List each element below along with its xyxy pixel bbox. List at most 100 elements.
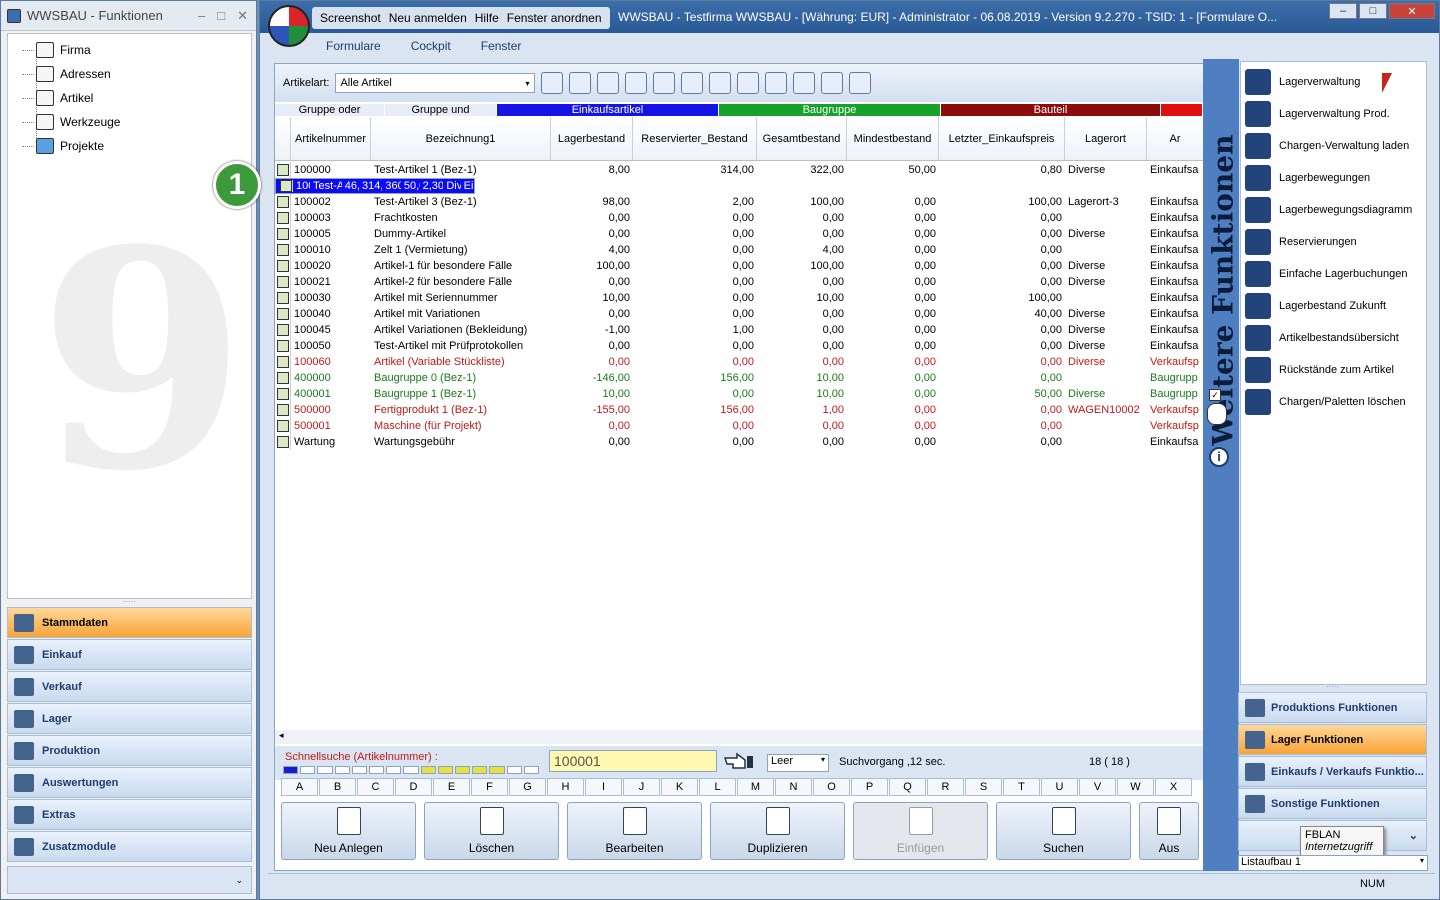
minimize-button[interactable]: – <box>198 8 205 24</box>
panel-left-icon[interactable] <box>793 72 816 94</box>
pointing-hand-icon[interactable] <box>723 750 755 772</box>
tree-item-firma[interactable]: Firma <box>22 38 120 62</box>
tree-item-projekte[interactable]: Projekte <box>22 134 120 158</box>
col-art[interactable]: Ar <box>1147 117 1203 160</box>
letter-filter-p[interactable]: P <box>851 778 888 796</box>
nav-sonstige-funktionen[interactable]: Sonstige Funktionen <box>1238 788 1427 819</box>
menu-neu-anmelden[interactable]: Neu anmelden <box>389 11 467 25</box>
menu-screenshot[interactable]: Screenshot <box>320 11 381 25</box>
nav-einkaufs-verkaufs-funktionen[interactable]: Einkaufs / Verkaufs Funktio... <box>1238 756 1427 787</box>
duplicate-button[interactable]: Duplizieren <box>710 802 845 860</box>
col-letzter-einkaufspreis[interactable]: Letzter_Einkaufspreis <box>939 117 1065 160</box>
edit-button[interactable]: Bearbeiten <box>567 802 702 860</box>
nav-stammdaten[interactable]: Stammdaten <box>7 607 252 638</box>
table-row[interactable]: 500000 Fertigprodukt 1 (Bez-1) -155,00 156,… <box>275 402 1203 418</box>
tree-item-artikel[interactable]: Artikel <box>22 86 120 110</box>
table-row[interactable]: 400000 Baugruppe 0 (Bez-1) -146,00 156,00 10… <box>275 370 1203 386</box>
group-or-button[interactable]: Gruppe oder <box>275 104 385 116</box>
function-item[interactable]: Lagerbewegungsdiagramm <box>1245 194 1426 226</box>
info-icon[interactable]: i <box>1209 447 1229 467</box>
table-row[interactable]: 100000 Test-Artikel 1 (Bez-1) 8,00 314,00 32… <box>275 162 1203 178</box>
function-item[interactable]: Reservierungen <box>1245 226 1426 258</box>
cube-icon[interactable] <box>625 72 648 94</box>
horizontal-scrollbar[interactable]: ◂ <box>275 730 1203 744</box>
search-button[interactable]: Suchen <box>996 802 1131 860</box>
letter-filter-a[interactable]: A <box>281 778 318 796</box>
close-button[interactable]: ✕ <box>237 8 248 24</box>
table-row[interactable]: 100003 Frachtkosten 0,00 0,00 0,00 0,00 0,00 Ei… <box>275 210 1203 226</box>
menu-formulare[interactable]: Formulare <box>326 39 381 53</box>
letter-filter-h[interactable]: H <box>547 778 584 796</box>
table-row[interactable]: Wartung Wartungsgebühr 0,00 0,00 0,00 0,00 0,0… <box>275 434 1203 450</box>
export-icon[interactable] <box>681 72 704 94</box>
function-item[interactable]: Artikelbestandsübersicht <box>1245 322 1426 354</box>
letter-filter-q[interactable]: Q <box>889 778 926 796</box>
refresh-icon[interactable] <box>709 72 732 94</box>
close-button[interactable]: ✕ <box>1389 3 1435 19</box>
letter-filter-w[interactable]: W <box>1117 778 1154 796</box>
letter-filter-r[interactable]: R <box>927 778 964 796</box>
letter-filter-m[interactable]: M <box>737 778 774 796</box>
table-row[interactable]: 100040 Artikel mit Variationen 0,00 0,00 0,0… <box>275 306 1203 322</box>
menu-cockpit[interactable]: Cockpit <box>411 39 451 53</box>
letter-filter-d[interactable]: D <box>395 778 432 796</box>
letter-filter-n[interactable]: N <box>775 778 812 796</box>
letter-filter-l[interactable]: L <box>699 778 736 796</box>
nav-extras[interactable]: Extras <box>7 799 252 830</box>
letter-filter-c[interactable]: C <box>357 778 394 796</box>
print-icon[interactable] <box>569 72 592 94</box>
function-item[interactable]: Lagerverwaltung Prod. <box>1245 98 1426 130</box>
table-row[interactable]: 100002 Test-Artikel 3 (Bez-1) 98,00 2,00 100… <box>275 194 1203 210</box>
letter-filter-e[interactable]: E <box>433 778 470 796</box>
letter-filter-j[interactable]: J <box>623 778 660 796</box>
menu-hilfe[interactable]: Hilfe <box>475 11 499 25</box>
col-gesamtbestand[interactable]: Gesamtbestand <box>757 117 847 160</box>
letter-filter-b[interactable]: B <box>319 778 356 796</box>
sort-icon[interactable] <box>765 72 788 94</box>
col-artikelnummer[interactable]: Artikelnummer <box>291 117 371 160</box>
panel-splitter[interactable]: ····· <box>7 598 252 606</box>
right-panel-splitter[interactable]: ····· <box>1238 683 1427 691</box>
nav-produktions-funktionen[interactable]: Produktions Funktionen <box>1238 692 1427 723</box>
col-mindestbestand[interactable]: Mindestbestand <box>847 117 939 160</box>
nav-auswertungen[interactable]: Auswertungen <box>7 767 252 798</box>
panel-top-icon[interactable] <box>821 72 844 94</box>
letter-filter-s[interactable]: S <box>965 778 1002 796</box>
minimize-button[interactable]: – <box>1329 3 1357 19</box>
delete-button[interactable]: Löschen <box>424 802 559 860</box>
function-item[interactable]: Rückstände zum Artikel <box>1245 354 1426 386</box>
menu-fenster-anordnen[interactable]: Fenster anordnen <box>507 11 602 25</box>
mouse-icon[interactable] <box>1207 403 1227 425</box>
calendar-icon[interactable] <box>541 72 564 94</box>
table-row[interactable]: 100001Test-Artikel 2 (Bez-1)46,00314,003… <box>275 178 475 194</box>
nav-verkauf[interactable]: Verkauf <box>7 671 252 702</box>
display-icon[interactable] <box>737 72 760 94</box>
search-mode-select[interactable]: Leer ▾ <box>767 754 829 772</box>
letter-filter-v[interactable]: V <box>1079 778 1116 796</box>
group-extra[interactable] <box>1161 104 1203 116</box>
function-item[interactable]: Einfache Lagerbuchungen <box>1245 258 1426 290</box>
col-bezeichnung1[interactable]: Bezeichnung1 <box>371 117 551 160</box>
function-item[interactable]: Lagerbestand Zukunft <box>1245 290 1426 322</box>
col-lagerort[interactable]: Lagerort <box>1065 117 1147 160</box>
table-row[interactable]: 100020 Artikel-1 für besondere Fälle 100,0… <box>275 258 1203 274</box>
col-lagerbestand[interactable]: Lagerbestand <box>551 117 633 160</box>
table-row[interactable]: 100030 Artikel mit Seriennummer 10,00 0,00 1… <box>275 290 1203 306</box>
table-row[interactable]: 100021 Artikel-2 für besondere Fälle 0,00 0… <box>275 274 1203 290</box>
group-and-button[interactable]: Gruppe und <box>385 104 497 116</box>
table-row[interactable]: 100010 Zelt 1 (Vermietung) 4,00 0,00 4,00 0,0… <box>275 242 1203 258</box>
pin-checkbox[interactable]: ✓ <box>1209 389 1221 401</box>
image-icon[interactable] <box>597 72 620 94</box>
letter-filter-k[interactable]: K <box>661 778 698 796</box>
table-row[interactable]: 100005 Dummy-Artikel 0,00 0,00 0,00 0,00 0,00 D… <box>275 226 1203 242</box>
nav-einkauf[interactable]: Einkauf <box>7 639 252 670</box>
new-button[interactable]: Neu Anlegen <box>281 802 416 860</box>
letter-filter-f[interactable]: F <box>471 778 508 796</box>
nav-overflow-button[interactable]: ⌄ <box>7 866 252 894</box>
group-einkaufsartikel[interactable]: Einkaufsartikel <box>497 104 719 116</box>
maximize-button[interactable]: □ <box>217 8 225 24</box>
table-row[interactable]: 400001 Baugruppe 1 (Bez-1) 10,00 0,00 10,00 0… <box>275 386 1203 402</box>
function-item[interactable]: Lagerbewegungen <box>1245 162 1426 194</box>
letter-filter-g[interactable]: G <box>509 778 546 796</box>
table-row[interactable]: 100050 Test-Artikel mit Prüfprotokollen 0,… <box>275 338 1203 354</box>
